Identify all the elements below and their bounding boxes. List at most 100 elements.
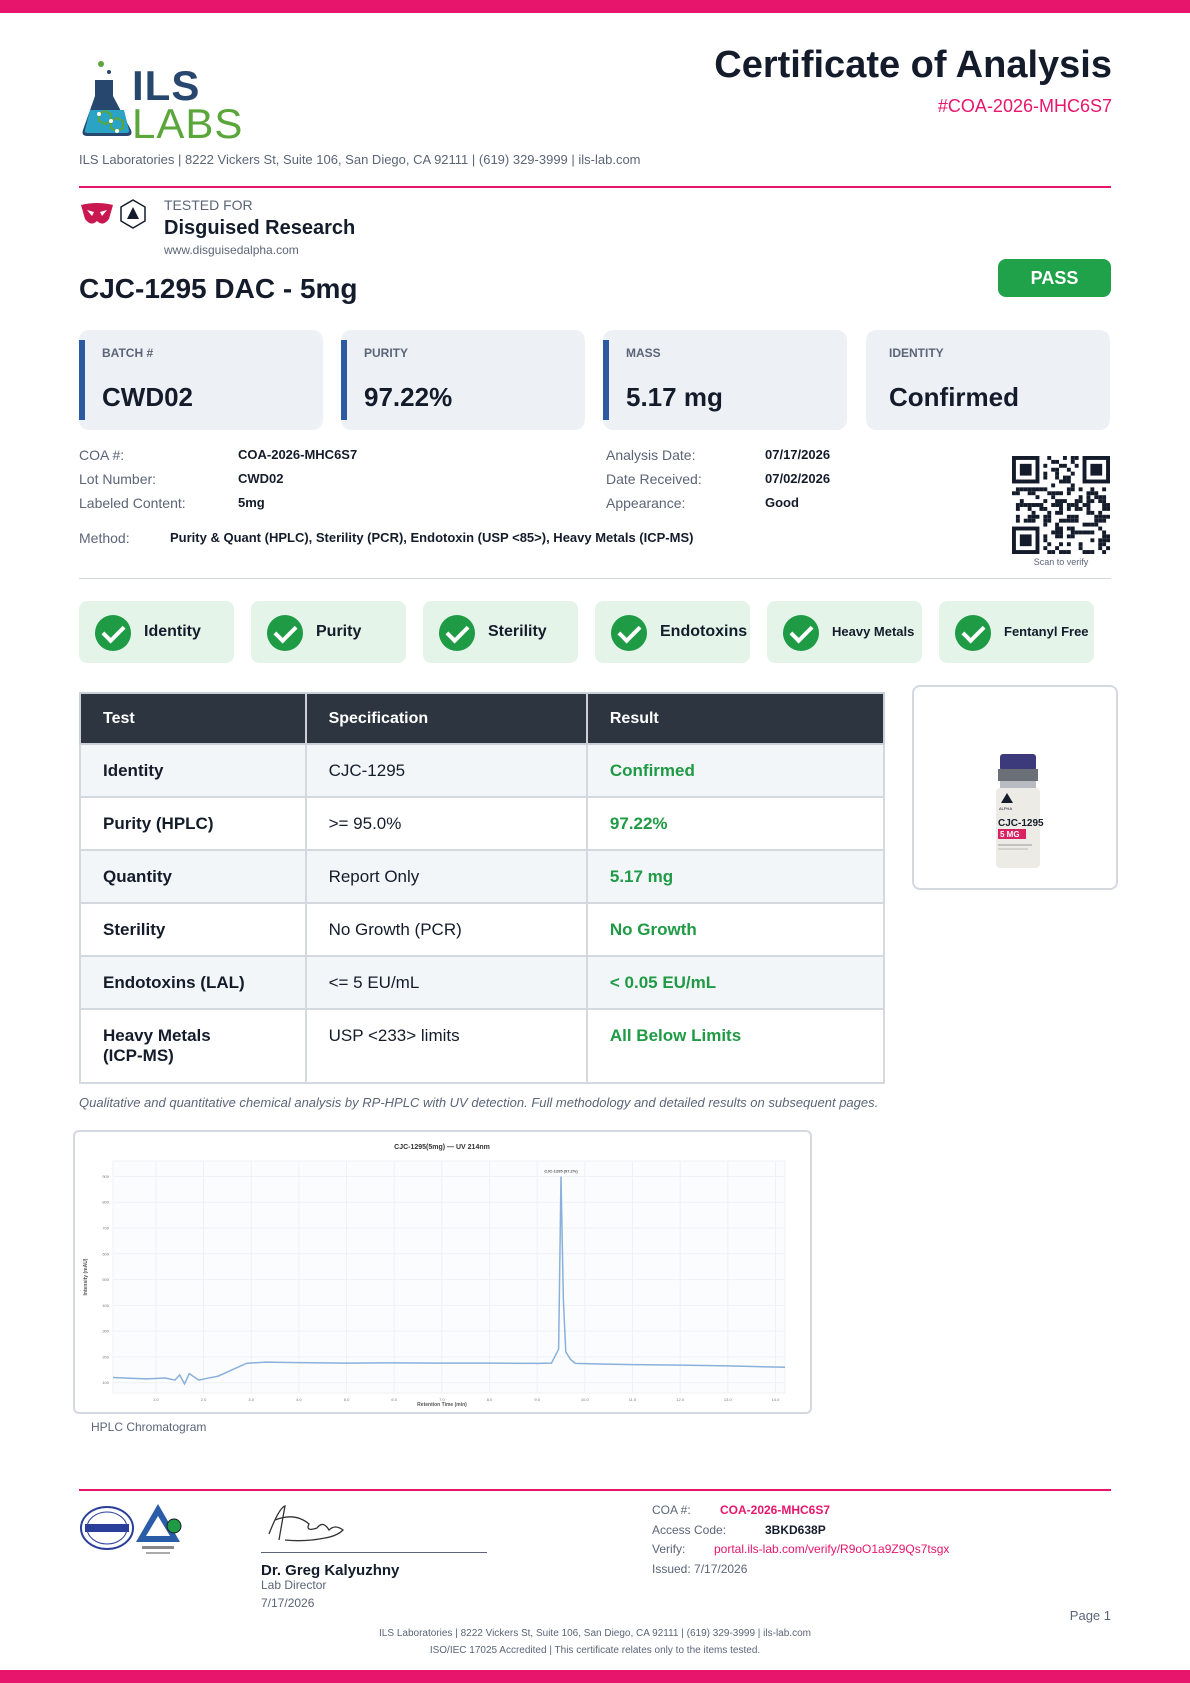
badge-label: Sterility [488, 623, 547, 640]
x-tick-label: 14.0 [772, 1397, 781, 1402]
footer-coa-key: COA #: [652, 1503, 691, 1517]
access-code-value: 3BKD638P [765, 1523, 826, 1537]
y-tick-label: 800 [102, 1200, 109, 1205]
identity-card: IDENTITY Confirmed [866, 330, 1110, 430]
check-icon [783, 615, 819, 651]
mass-card: MASS 5.17 mg [603, 330, 847, 430]
results-table: Test Specification Result Identity CJC-12… [79, 692, 886, 1084]
badge-sterility: Sterility [423, 601, 578, 663]
card-value: Confirmed [889, 382, 1019, 412]
card-value: 5.17 mg [626, 382, 723, 412]
column-header: Test [79, 692, 307, 745]
product-image: ALPHA CJC-1295 5 MG [912, 685, 1118, 890]
table-row: Sterility No Growth (PCR) No Growth [79, 902, 886, 957]
client-name: Disguised Research [164, 217, 356, 239]
check-icon [439, 615, 475, 651]
badge-purity: Purity [251, 601, 406, 663]
spec-cell: USP <233> limits [304, 1008, 588, 1084]
test-cell: Sterility [79, 902, 307, 957]
x-tick-label: 2.0 [201, 1397, 207, 1402]
signer-role: Lab Director [261, 1578, 327, 1592]
x-tick-label: 7.0 [439, 1397, 445, 1402]
x-tick-label: 9.0 [534, 1397, 540, 1402]
card-label: BATCH # [102, 346, 154, 360]
x-tick-label: 5.0 [344, 1397, 350, 1402]
badge-label: Identity [144, 623, 201, 640]
test-cell: Endotoxins (LAL) [79, 955, 307, 1010]
y-tick-label: 100 [102, 1380, 109, 1385]
check-icon [267, 615, 303, 651]
chart-title: CJC-1295(5mg) — UV 214nm [394, 1144, 490, 1151]
footer-coa-value: COA-2026-MHC6S7 [720, 1503, 831, 1517]
meta-key: COA #: [79, 447, 125, 463]
pjla-testing-logo-icon [136, 1504, 182, 1554]
x-tick-label: 3.0 [248, 1397, 254, 1402]
test-cell: Purity (HPLC) [79, 796, 307, 851]
meta-value: Good [765, 495, 799, 510]
chromatogram-panel: CJC-1295(5mg) — UV 214nm Retention Time … [73, 1130, 812, 1414]
y-tick-label: 200 [102, 1354, 109, 1359]
test-cell: Quantity [79, 849, 307, 904]
meta-key: Analysis Date: [606, 447, 696, 463]
top-accent-bar [0, 0, 1190, 13]
document-title: Certificate of Analysis [714, 44, 1112, 86]
meta-key: Lot Number: [79, 471, 157, 487]
y-tick-label: 500 [102, 1277, 109, 1282]
result-cell: Confirmed [585, 743, 886, 798]
lab-address: ILS Laboratories | 8222 Vickers St, Suit… [79, 152, 641, 167]
badge-label: Purity [316, 623, 362, 640]
purity-card: PURITY 97.22% [341, 330, 585, 430]
pass-status-badge: PASS [998, 259, 1111, 297]
vial-icon: ALPHA CJC-1295 5 MG [996, 754, 1044, 868]
table-row: Endotoxins (LAL) <= 5 EU/mL < 0.05 EU/mL [79, 955, 886, 1010]
ilac-mra-logo-icon [80, 1506, 134, 1550]
x-tick-label: 13.0 [724, 1397, 733, 1402]
logo-labs-text: LABS [132, 100, 244, 147]
x-tick-label: 1.0 [153, 1397, 159, 1402]
table-row: Identity CJC-1295 Confirmed [79, 743, 886, 798]
y-tick-label: 900 [102, 1174, 109, 1179]
check-icon [955, 615, 991, 651]
vial-dose-text: 5 MG [1000, 830, 1020, 839]
test-cell: Heavy Metals (ICP-MS) [79, 1008, 307, 1084]
issued-date: Issued: 7/17/2026 [652, 1562, 748, 1576]
flask-molecule-icon [82, 61, 132, 136]
spec-cell: Report Only [304, 849, 588, 904]
client-url[interactable]: www.disguisedalpha.com [164, 243, 299, 257]
table-row: Quantity Report Only 5.17 mg [79, 849, 886, 904]
tested-for-label: TESTED FOR [164, 197, 253, 213]
card-value: CWD02 [102, 382, 194, 412]
vial-label-text: CJC-1295 [998, 818, 1044, 829]
analysis-caption: Qualitative and quantitative chemical an… [79, 1095, 879, 1110]
spec-cell: No Growth (PCR) [304, 902, 588, 957]
spec-cell: <= 5 EU/mL [304, 955, 588, 1010]
spec-cell: >= 95.0% [304, 796, 588, 851]
x-tick-label: 10.0 [581, 1397, 590, 1402]
column-header: Specification [304, 692, 588, 745]
result-cell: All Below Limits [585, 1008, 886, 1084]
section-divider [79, 578, 1111, 579]
qr-code-icon[interactable] [1012, 456, 1110, 554]
meta-key: Date Received: [606, 471, 702, 487]
badge-label: Fentanyl Free [1004, 624, 1089, 639]
test-cell: Identity [79, 743, 307, 798]
footer-address: ILS Laboratories | 8222 Vickers St, Suit… [379, 1628, 811, 1639]
page-number: Page 1 [1069, 1608, 1111, 1623]
x-tick-label: 8.0 [487, 1397, 493, 1402]
y-axis-label: Intensity (mAU) [83, 1258, 89, 1295]
meta-value: COA-2026-MHC6S7 [238, 447, 358, 462]
main-peak-label: CJC-1295 (97.2%) [544, 1168, 578, 1173]
coa-id: #COA-2026-MHC6S7 [937, 96, 1112, 116]
verify-link[interactable]: portal.ils-lab.com/verify/R9oO1a9Z9Qs7ts… [714, 1542, 949, 1556]
vial-brand-text: ALPHA [999, 806, 1012, 811]
card-value: 97.22% [364, 382, 453, 412]
badge-endotoxins: Endotoxins [595, 601, 750, 663]
meta-value: 5mg [238, 495, 265, 510]
batch-card: BATCH # CWD02 [79, 330, 323, 430]
x-axis-label: Retention Time (min) [417, 1402, 467, 1408]
card-label: MASS [626, 346, 661, 360]
badge-label: Endotoxins [660, 623, 748, 640]
result-cell: 5.17 mg [585, 849, 886, 904]
verify-key: Verify: [652, 1542, 686, 1556]
signer-name: Dr. Greg Kalyuzhny [261, 1562, 400, 1579]
